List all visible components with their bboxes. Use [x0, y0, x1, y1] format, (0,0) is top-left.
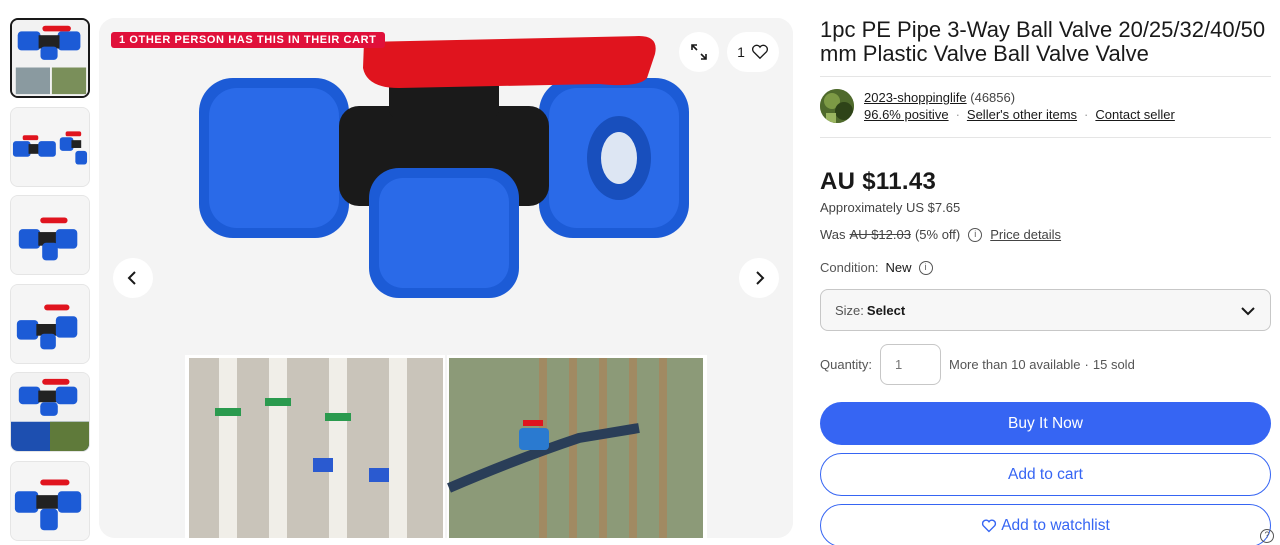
was-price: AU $12.03 [849, 227, 911, 242]
seller-info: 2023-shoppinglife (46856) 96.6% positive… [864, 89, 1175, 123]
was-label: Was [820, 227, 846, 242]
thumbnail-6[interactable] [10, 460, 90, 541]
add-to-watchlist-button[interactable]: Add to watchlist [820, 504, 1271, 545]
contact-seller-link[interactable]: Contact seller [1095, 106, 1174, 123]
quantity-input[interactable] [880, 344, 941, 385]
thumbnail-3[interactable] [10, 195, 90, 275]
seller-other-items-link[interactable]: Seller's other items [967, 106, 1077, 123]
previous-image-button[interactable] [113, 258, 153, 298]
listing-page: 1 other person has this in their cart 1 … [0, 0, 1280, 545]
thumbnail-list [10, 18, 92, 545]
add-to-cart-button[interactable]: Add to cart [820, 453, 1271, 496]
chevron-right-icon [756, 271, 765, 285]
separator-dot: · [955, 107, 960, 122]
info-icon[interactable]: i [918, 260, 933, 275]
sold-count: 15 sold [1092, 357, 1135, 372]
listing-details: 1pc PE Pipe 3-Way Ball Valve 20/25/32/40… [820, 18, 1271, 545]
info-icon[interactable]: i [968, 227, 983, 242]
valve-thumbnail-image [12, 20, 88, 96]
next-image-button[interactable] [739, 258, 779, 298]
thumbnail-5[interactable] [10, 372, 90, 452]
size-select[interactable]: Size: Select [820, 289, 1271, 331]
condition-row: Condition: New i [820, 260, 1271, 275]
valve-thumbnail-image [11, 373, 89, 451]
seller-card: 2023-shoppinglife (46856) 96.6% positive… [820, 89, 1271, 125]
quantity-label: Quantity: [820, 357, 873, 372]
thumbnail-1[interactable] [10, 18, 90, 98]
was-price-row: Was AU $12.03 (5% off) i Price details [820, 227, 1271, 242]
product-photo [99, 18, 793, 538]
seller-links: 96.6% positive · Seller's other items · … [864, 106, 1175, 123]
thumbnail-4[interactable] [10, 283, 90, 364]
quantity-row: Quantity: More than 10 available · 15 so… [820, 344, 1271, 385]
divider [820, 76, 1271, 77]
seller-avatar[interactable] [820, 89, 854, 123]
watch-count: 1 [737, 44, 745, 60]
add-to-watchlist-label: Add to watchlist [1001, 516, 1110, 534]
listing-title: 1pc PE Pipe 3-Way Ball Valve 20/25/32/40… [820, 17, 1266, 66]
size-label: Size: [835, 302, 864, 318]
separator-dot: · [1084, 357, 1089, 372]
size-selected-value: Select [866, 302, 906, 318]
heart-icon [751, 44, 768, 60]
thumbnail-2[interactable] [10, 106, 90, 187]
available-count: More than 10 available [949, 357, 1081, 372]
valve-thumbnail-image [11, 196, 89, 274]
separator-dot: · [1084, 107, 1089, 122]
help-icon[interactable]: ? [1260, 529, 1274, 543]
discount-percent: (5% off) [914, 227, 961, 242]
cart-demand-banner: 1 other person has this in their cart [111, 32, 385, 48]
current-price: AU $11.43 [820, 168, 937, 195]
condition-label: Condition: [820, 260, 879, 275]
chevron-down-icon [1241, 307, 1255, 316]
buy-it-now-button[interactable]: Buy It Now [820, 402, 1271, 445]
seller-positive-feedback-link[interactable]: 96.6% positive [864, 106, 949, 123]
heart-icon [982, 519, 997, 532]
expand-icon [691, 44, 707, 60]
seller-feedback-count: (46856) [970, 90, 1016, 105]
valve-thumbnail-image [11, 107, 89, 186]
price-details-link[interactable]: Price details [990, 227, 1061, 242]
valve-thumbnail-image [11, 284, 89, 363]
condition-value: New [885, 260, 912, 275]
expand-image-button[interactable] [679, 32, 719, 72]
seller-name-link[interactable]: 2023-shoppinglife [864, 90, 967, 105]
divider [820, 137, 1271, 138]
chevron-left-icon [127, 271, 136, 285]
avatar-image [820, 89, 854, 123]
valve-thumbnail-image [11, 461, 89, 540]
watch-button[interactable]: 1 [727, 32, 779, 72]
main-image-viewer[interactable]: 1 other person has this in their cart 1 [99, 18, 793, 538]
approximate-price: Approximately US $7.65 [820, 200, 961, 215]
